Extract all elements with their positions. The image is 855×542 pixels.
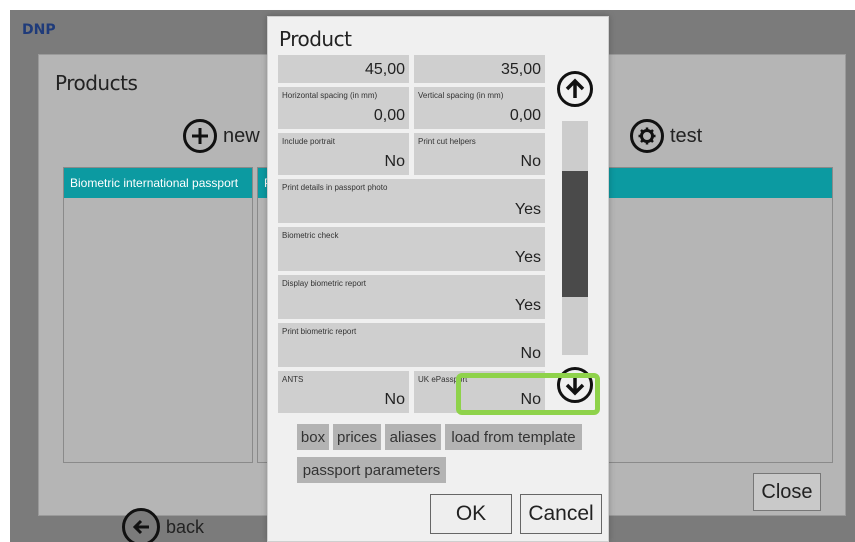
print-biometric-report-field[interactable]: Print biometric report No [278,323,545,367]
product-list-column[interactable]: Biometric international passport [63,167,253,463]
tab-box[interactable]: box [297,424,329,450]
back-arrow-icon [122,508,160,542]
field-value: No [384,153,405,170]
ok-button[interactable]: OK [430,494,512,534]
biometric-check-field[interactable]: Biometric check Yes [278,227,545,271]
dialog-title: Product [279,27,352,51]
field-value: Yes [514,201,541,218]
field-width[interactable]: 45,00 [278,55,409,83]
field-value: No [520,153,541,170]
field-value: No [384,391,405,408]
cancel-button[interactable]: Cancel [520,494,602,534]
field-label: Print details in passport photo [282,183,388,192]
field-value: 35,00 [500,61,541,78]
back-label: back [166,516,205,537]
field-label: Print cut helpers [418,137,476,146]
close-button[interactable]: Close [753,473,821,511]
tab-load-from-template[interactable]: load from template [445,424,582,450]
field-label: Display biometric report [282,279,367,288]
scroll-up-button[interactable] [557,71,593,107]
test-label: test [670,124,703,147]
new-button[interactable]: new [183,119,260,153]
uk-epassport-field[interactable]: UK ePassport No [414,371,545,413]
field-value: 0,00 [509,107,541,124]
arrow-down-icon [565,376,585,396]
dnp-logo: DNP [22,22,56,38]
field-value: 0,00 [373,107,405,124]
test-button[interactable]: test [630,119,702,153]
field-value: Yes [514,297,541,314]
field-label: Horizontal spacing (in mm) [282,91,378,100]
new-label: new [223,124,260,147]
vertical-spacing-field[interactable]: Vertical spacing (in mm) 0,00 [414,87,545,129]
scrollbar-track[interactable] [562,121,588,355]
horizontal-spacing-field[interactable]: Horizontal spacing (in mm) 0,00 [278,87,409,129]
field-height[interactable]: 35,00 [414,55,545,83]
print-cut-helpers-field[interactable]: Print cut helpers No [414,133,545,175]
gear-icon [630,119,664,153]
field-value: No [520,391,541,408]
display-biometric-report-field[interactable]: Display biometric report Yes [278,275,545,319]
scroll-down-button[interactable] [557,367,593,403]
back-button[interactable]: back [122,508,204,542]
scrollbar-thumb[interactable] [562,171,588,297]
ants-field[interactable]: ANTS No [278,371,409,413]
product-dialog: Product 45,00 35,00 Horizontal spacing (… [267,16,609,542]
list-header[interactable]: Biometric international passport [64,168,252,198]
field-value: 45,00 [364,61,405,78]
tab-aliases[interactable]: aliases [385,424,441,450]
field-label: Vertical spacing (in mm) [418,91,504,100]
plus-icon [183,119,217,153]
field-label: Print biometric report [282,327,357,336]
field-label: Biometric check [282,231,339,240]
tab-prices[interactable]: prices [333,424,381,450]
field-value: Yes [514,249,541,266]
field-value: No [520,345,541,362]
products-title: Products [55,71,138,95]
tab-passport-parameters[interactable]: passport parameters [297,457,446,483]
include-portrait-field[interactable]: Include portrait No [278,133,409,175]
arrow-up-icon [565,78,585,98]
field-label: Include portrait [282,137,335,146]
print-details-field[interactable]: Print details in passport photo Yes [278,179,545,223]
field-label: UK ePassport [418,375,468,384]
field-label: ANTS [282,375,304,384]
